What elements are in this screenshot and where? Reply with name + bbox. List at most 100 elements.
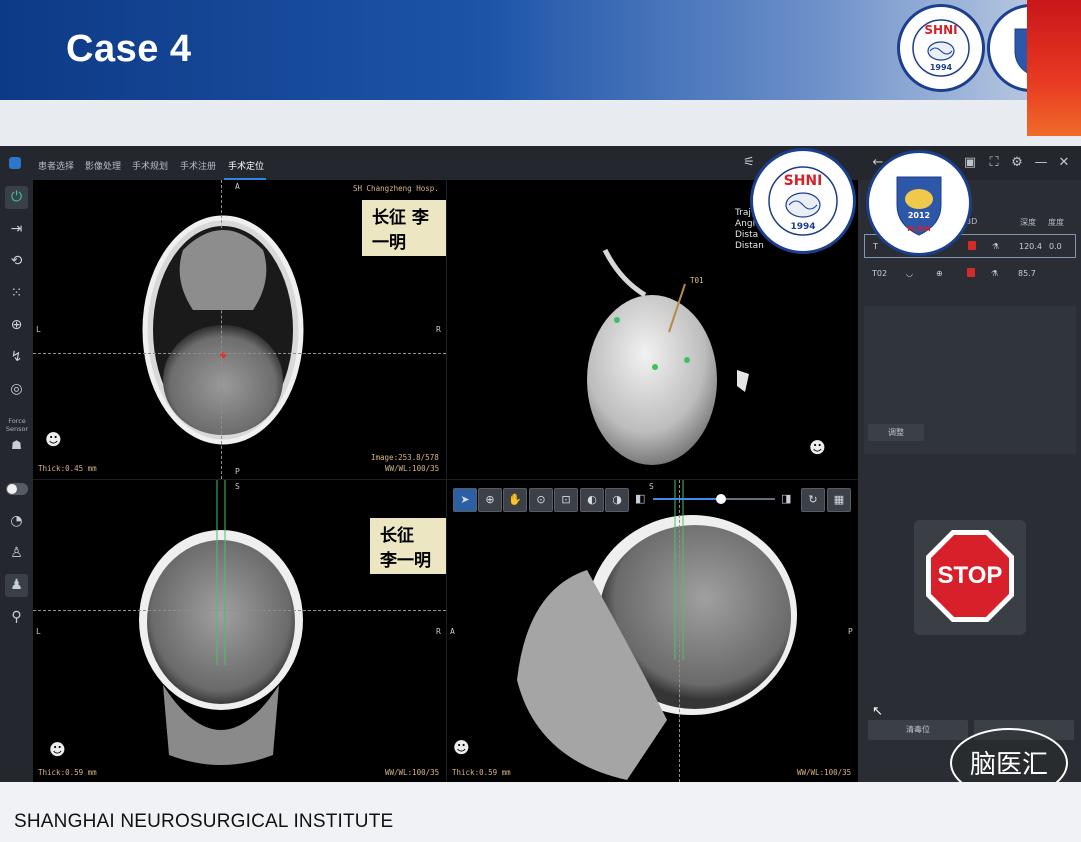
image-index: Image:253.8/578 xyxy=(371,453,439,462)
patient-locate-icon[interactable]: ♟ xyxy=(5,574,28,597)
tab-image-processing[interactable]: 影像处理 xyxy=(85,159,121,172)
shni-logo-year: 1994 xyxy=(929,63,953,72)
screenshot-icon[interactable]: ⛶ xyxy=(987,156,1001,170)
tab-surgical-planning[interactable]: 手术规划 xyxy=(132,159,168,172)
window-level-icon[interactable]: ◐ xyxy=(580,488,604,512)
orientation-head-icon: ☻ xyxy=(49,740,66,759)
opacity-high-icon: ◨ xyxy=(781,492,792,505)
hospital-label: SH Changzheng Hosp. xyxy=(353,184,439,193)
report-icon[interactable]: ▦ xyxy=(827,488,851,512)
orient-top: A xyxy=(235,182,240,191)
slider-knob[interactable] xyxy=(716,494,727,504)
adjust-button[interactable]: 调整 xyxy=(868,424,924,441)
shni-logo-year: 1994 xyxy=(790,222,816,232)
axial-viewport[interactable]: A P L R SH Changzheng Hosp. 长征 李一明 Thick… xyxy=(33,180,446,479)
header-band xyxy=(0,103,1081,145)
slice-thickness: Thick:0.59 mm xyxy=(38,768,97,777)
probe-icon[interactable]: ⚗ xyxy=(991,269,998,278)
trajectory-icon[interactable]: ↯ xyxy=(5,346,28,369)
orient-top: S xyxy=(235,482,240,491)
window-level: WW/WL:100/35 xyxy=(797,768,852,777)
orient-bottom: P xyxy=(235,467,240,476)
force-sensor-toggle[interactable] xyxy=(6,483,28,495)
probe-icon[interactable]: ◎ xyxy=(5,378,28,401)
contrast-icon[interactable]: ◑ xyxy=(605,488,629,512)
gauge-icon[interactable]: ◔ xyxy=(5,510,28,533)
shni-logo-name: SHNI xyxy=(783,173,823,189)
slider-fill xyxy=(653,498,722,500)
force-sensor-label: Force Sensor xyxy=(5,417,29,433)
close-icon[interactable]: ✕ xyxy=(1057,156,1071,170)
probe-icon[interactable]: ⚗ xyxy=(992,242,999,251)
window-level: WW/WL:100/35 xyxy=(385,768,440,777)
reset-rotate-icon[interactable]: ↻ xyxy=(801,488,825,512)
watermark-text: 脑医汇 xyxy=(969,750,1048,780)
left-toolbar: ⏻ ⇥ ⟲ ⁙ ⊕ ↯ ◎ Force Sensor ☗ ◔ ♙ ♟ ⚲ « xyxy=(0,180,33,805)
orientation-head-icon: ☻ xyxy=(809,438,826,457)
stop-label: STOP xyxy=(937,562,1003,589)
plani-logo-year: 2012 xyxy=(907,211,931,220)
patient-name-tag: 长征 李一明 xyxy=(362,200,446,256)
grid-points-icon[interactable]: ⁙ xyxy=(5,282,28,305)
plani-logo-overlay: 2012 PLANI xyxy=(866,150,972,256)
window-level: WW/WL:100/35 xyxy=(385,464,440,473)
opacity-slider[interactable] xyxy=(653,494,775,504)
sagittal-viewport[interactable]: S A P Thick:0.59 mm WW/WL:100/35 ☻ xyxy=(447,480,858,782)
coronal-viewport[interactable]: S L R 长征 李一明 Thick:0.59 mm WW/WL:100/35 … xyxy=(33,480,446,782)
trajectory-panel: 3D 深度 度度 T ⚗ 120.4 0.0 T02 ◡ ⊕ ⚗ 85.7 调整… xyxy=(858,180,1081,782)
target-icon[interactable]: ⊕ xyxy=(5,314,28,337)
viewport-toolbar: ➤ ⊕ ✋ ⊙ ⊡ ◐ ◑ ◧ ◨ ↻ ▦ xyxy=(453,488,853,514)
head-model-icon: ☗ xyxy=(11,438,22,452)
disinfect-position-button[interactable]: 清毒位 xyxy=(868,720,968,740)
pan-hand-icon[interactable]: ✋ xyxy=(503,488,527,512)
slide-footer: SHANGHAI NEUROSURGICAL INSTITUTE xyxy=(0,782,1081,842)
align-arrows-icon[interactable]: ⇥ xyxy=(5,218,28,241)
mouse-cursor-icon: ↖ xyxy=(872,704,883,719)
trajectory-angle: 0.0 xyxy=(1049,242,1062,251)
shni-logo-name: SHNI xyxy=(924,23,958,37)
orient-left: L xyxy=(36,325,41,334)
patient-icon[interactable]: ♙ xyxy=(5,542,28,565)
tab-surgical-navigation[interactable]: 手术定位 xyxy=(228,159,264,172)
orient-right: P xyxy=(848,627,853,636)
crosshair-vertical xyxy=(221,180,222,479)
eye-hidden-icon[interactable]: ◡ xyxy=(906,269,913,278)
walking-person-icon[interactable]: ⚲ xyxy=(5,606,28,629)
zoom-fit-icon[interactable]: ⊡ xyxy=(554,488,578,512)
pointer-tool-icon[interactable]: ➤ xyxy=(453,488,477,512)
orient-left: A xyxy=(450,627,455,636)
shni-logo: SHNI 1994 xyxy=(897,4,985,92)
app-logo-icon xyxy=(9,157,21,169)
patient-name-tag: 长征 李一明 xyxy=(370,518,446,574)
gear-icon[interactable]: ⚙ xyxy=(1010,156,1024,170)
orient-right: R xyxy=(436,325,441,334)
lock-icon[interactable] xyxy=(968,241,976,250)
sync-icon[interactable]: ⟲ xyxy=(5,250,28,273)
zoom-in-icon[interactable]: ⊙ xyxy=(529,488,553,512)
shni-logo-overlay: SHNI 1994 xyxy=(750,148,856,254)
lock-icon[interactable] xyxy=(967,268,975,277)
footer-institute: SHANGHAI NEUROSURGICAL INSTITUTE xyxy=(14,811,394,832)
col-header-depth: 深度 xyxy=(1020,218,1036,227)
crosshair-horizontal xyxy=(33,610,446,611)
power-icon[interactable]: ⏻ xyxy=(5,186,28,209)
crosshair-horizontal xyxy=(33,353,446,354)
opacity-low-icon: ◧ xyxy=(635,492,646,505)
tab-surgical-registration[interactable]: 手术注册 xyxy=(180,159,216,172)
trajectory-depth: 120.4 xyxy=(1019,242,1042,251)
plani-logo-name: PLANI xyxy=(907,225,931,233)
slide-title: Case 4 xyxy=(66,28,192,70)
presenter-video-thumbnail xyxy=(1027,0,1081,136)
col-header-angle: 度度 xyxy=(1048,218,1064,227)
slice-thickness: Thick:0.59 mm xyxy=(452,768,511,777)
trajectory-label: T01 xyxy=(690,276,704,285)
tab-patient-select[interactable]: 患者选择 xyxy=(38,159,74,172)
minimize-icon[interactable]: — xyxy=(1034,156,1048,170)
target-icon[interactable]: ⊕ xyxy=(936,269,943,278)
stop-button[interactable]: STOP xyxy=(914,520,1026,635)
orientation-head-icon: ☻ xyxy=(45,430,62,449)
trajectory-row[interactable]: T02 ◡ ⊕ ⚗ 85.7 xyxy=(864,262,1076,286)
orient-left: L xyxy=(36,627,41,636)
crosshair-tool-icon[interactable]: ⊕ xyxy=(478,488,502,512)
orient-right: R xyxy=(436,627,441,636)
